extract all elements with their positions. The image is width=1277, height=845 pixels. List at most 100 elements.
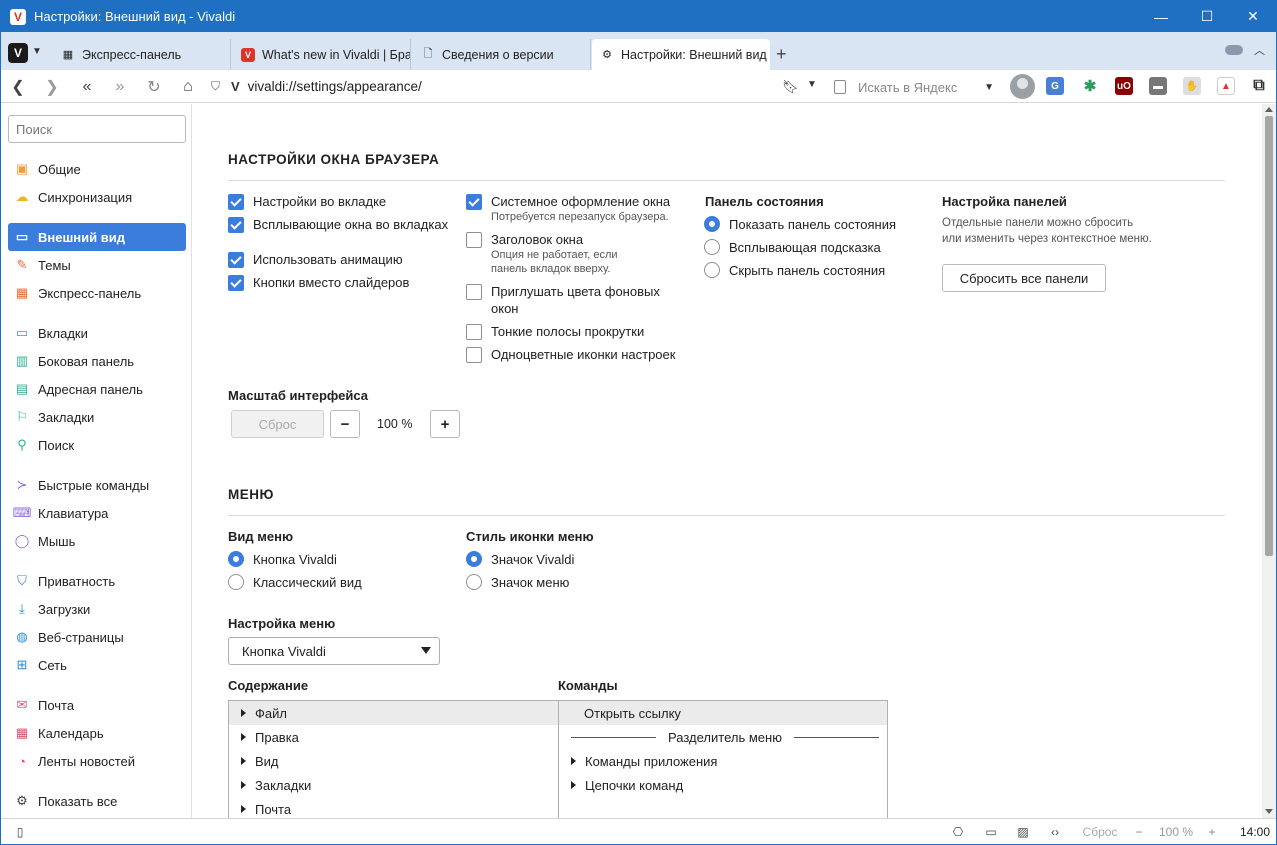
expand-arrow-icon[interactable] xyxy=(241,805,246,813)
minimize-button[interactable]: — xyxy=(1138,1,1184,32)
radio[interactable] xyxy=(704,216,720,232)
checkbox[interactable] xyxy=(466,324,482,340)
sidebar-item-search[interactable]: ⚲ Поиск xyxy=(8,431,186,459)
tree-row[interactable]: Почта xyxy=(229,797,558,818)
window-title-checkbox[interactable]: Заголовок окна Опция не работает, если пан… xyxy=(466,231,618,276)
checkbox[interactable] xyxy=(466,232,482,248)
scroll-up-arrow-icon[interactable] xyxy=(1265,107,1273,112)
expand-arrow-icon[interactable] xyxy=(241,733,246,741)
checkbox[interactable] xyxy=(228,275,244,291)
radio[interactable] xyxy=(228,551,244,567)
puzzle-color-extension-icon[interactable]: ✱ xyxy=(1081,77,1099,95)
tree-row[interactable]: Открыть ссылку xyxy=(559,701,887,725)
sidebar-item-downloads[interactable]: ⤓ Загрузки xyxy=(8,595,186,623)
native-window-checkbox[interactable]: Системное оформление окна Потребуется пер… xyxy=(466,193,670,224)
sidebar-item-speed-dial[interactable]: ▦ Экспресс-панель xyxy=(8,279,186,307)
sync-cloud-icon[interactable] xyxy=(1225,45,1243,55)
sidebar-item-address-bar[interactable]: ▤ Адресная панель xyxy=(8,375,186,403)
sidebar-item-general[interactable]: ▣ Общие xyxy=(8,155,186,183)
tab-whats-new[interactable]: V What's new in Vivaldi | Бра xyxy=(233,39,411,70)
radio[interactable] xyxy=(704,262,720,278)
checkbox[interactable] xyxy=(466,194,482,210)
checkbox[interactable] xyxy=(228,194,244,210)
extensions-puzzle-icon[interactable]: ⧉ xyxy=(1250,77,1268,95)
zoom-in-button[interactable]: + xyxy=(1205,824,1219,840)
vertical-scrollbar[interactable] xyxy=(1262,104,1276,818)
bookmark-icon[interactable]: 🔖︎ xyxy=(782,79,799,95)
separator-row[interactable]: Разделитель меню xyxy=(559,725,887,749)
tree-row[interactable]: Вид xyxy=(229,749,558,773)
use-animation-checkbox[interactable]: Использовать анимацию xyxy=(228,251,403,268)
tile-icon[interactable]: ▭ xyxy=(982,824,1000,840)
tab-speed-dial[interactable]: ▦ Экспресс-панель xyxy=(53,39,231,70)
menu-contents-tree[interactable]: Файл Правка Вид Закладки Почта xyxy=(228,700,559,818)
menu-classic-radio[interactable]: Классический вид xyxy=(228,574,362,590)
image-extension-icon[interactable]: ▲ xyxy=(1217,77,1235,95)
buttons-instead-of-sliders-checkbox[interactable]: Кнопки вместо слайдеров xyxy=(228,274,409,291)
scroll-down-arrow-icon[interactable] xyxy=(1265,809,1273,814)
radio[interactable] xyxy=(466,551,482,567)
image-icon[interactable]: ▨ xyxy=(1014,824,1032,840)
zoom-out-button[interactable]: − xyxy=(1132,824,1146,840)
settings-in-tab-checkbox[interactable]: Настройки во вкладке xyxy=(228,193,386,210)
tab-version-info[interactable]: 🗋 Сведения о версии xyxy=(413,39,591,70)
sidebar-item-appearance[interactable]: ▭ Внешний вид xyxy=(8,223,186,251)
reload-button[interactable]: ↻ xyxy=(143,76,165,98)
code-icon[interactable]: ‹› xyxy=(1046,824,1064,840)
sidebar-item-mouse[interactable]: ◯ Мышь xyxy=(8,527,186,555)
sidebar-item-feeds[interactable]: ◔ Ленты новостей xyxy=(8,747,186,775)
vivaldi-menu-button[interactable]: V xyxy=(8,43,28,63)
tree-row[interactable]: Правка xyxy=(229,725,558,749)
sidebar-item-mail[interactable]: ✉ Почта xyxy=(8,691,186,719)
sidebar-item-keyboard[interactable]: ⌨ Клавиатура xyxy=(8,499,186,527)
sidebar-item-network[interactable]: ⊞ Сеть xyxy=(8,651,186,679)
scrollbar-thumb[interactable] xyxy=(1265,116,1273,556)
url-field[interactable]: ⛉ V vivaldi://settings/appearance/ xyxy=(207,74,821,99)
scale-decrease-button[interactable]: − xyxy=(330,410,360,438)
menu-vivaldi-button-radio[interactable]: Кнопка Vivaldi xyxy=(228,551,337,567)
chevron-down-icon[interactable]: ▼ xyxy=(32,46,42,57)
profile-avatar[interactable] xyxy=(1010,74,1035,99)
zoom-reset-button[interactable]: Сброс xyxy=(1080,824,1120,840)
reset-panels-button[interactable]: Сбросить все панели xyxy=(942,264,1106,292)
expand-arrow-icon[interactable] xyxy=(241,757,246,765)
hand-extension-icon[interactable]: ✋ xyxy=(1183,77,1201,95)
fast-forward-button[interactable]: » xyxy=(109,76,131,98)
new-tab-button[interactable]: + xyxy=(776,44,787,65)
popups-in-tabs-checkbox[interactable]: Всплывающие окна во вкладках xyxy=(228,216,448,233)
tree-row[interactable]: Закладки xyxy=(229,773,558,797)
menu-commands-tree[interactable]: Открыть ссылку Разделитель меню Команды … xyxy=(558,700,888,818)
radio[interactable] xyxy=(466,574,482,590)
tab-settings-appearance[interactable]: ⚙ Настройки: Внешний вид xyxy=(592,39,770,70)
status-tooltip-radio[interactable]: Всплывающая подсказка xyxy=(704,239,881,255)
dim-background-windows-checkbox[interactable]: Приглушать цвета фоновых окон xyxy=(466,283,660,317)
extension-icon[interactable]: ▬ xyxy=(1149,77,1167,95)
expand-arrow-icon[interactable] xyxy=(571,781,576,789)
chevron-down-icon[interactable]: ▼ xyxy=(984,82,994,93)
search-field[interactable]: Искать в Яндекс ▼ xyxy=(830,76,1000,98)
sidebar-item-themes[interactable]: ✎ Темы xyxy=(8,251,186,279)
sidebar-item-webpages[interactable]: ◍ Веб-страницы xyxy=(8,623,186,651)
url-text[interactable]: vivaldi://settings/appearance/ xyxy=(248,79,422,94)
sidebar-item-bookmarks[interactable]: ⚐ Закладки xyxy=(8,403,186,431)
monochrome-icons-checkbox[interactable]: Одноцветные иконки настроек xyxy=(466,346,675,363)
expand-arrow-icon[interactable] xyxy=(571,757,576,765)
icon-menu-radio[interactable]: Значок меню xyxy=(466,574,569,590)
scale-reset-button[interactable]: Сброс xyxy=(231,410,324,438)
tree-row[interactable]: Команды приложения xyxy=(559,749,887,773)
thin-scrollbars-checkbox[interactable]: Тонкие полосы прокрутки xyxy=(466,323,644,340)
sidebar-item-privacy[interactable]: ⛉ Приватность xyxy=(8,567,186,595)
status-hide-radio[interactable]: Скрыть панель состояния xyxy=(704,262,885,278)
radio[interactable] xyxy=(704,239,720,255)
panel-toggle-icon[interactable]: ▯ xyxy=(11,824,29,840)
checkbox[interactable] xyxy=(466,284,482,300)
translate-extension-icon[interactable]: G xyxy=(1046,77,1064,95)
home-button[interactable]: ⌂ xyxy=(177,76,199,98)
menu-customize-select[interactable]: Кнопка Vivaldi xyxy=(228,637,440,665)
radio[interactable] xyxy=(228,574,244,590)
status-show-radio[interactable]: Показать панель состояния xyxy=(704,216,896,232)
checkbox[interactable] xyxy=(228,252,244,268)
ublock-icon[interactable]: uO xyxy=(1115,77,1133,95)
close-button[interactable]: ✕ xyxy=(1230,1,1276,32)
maximize-button[interactable]: ☐ xyxy=(1184,1,1230,32)
